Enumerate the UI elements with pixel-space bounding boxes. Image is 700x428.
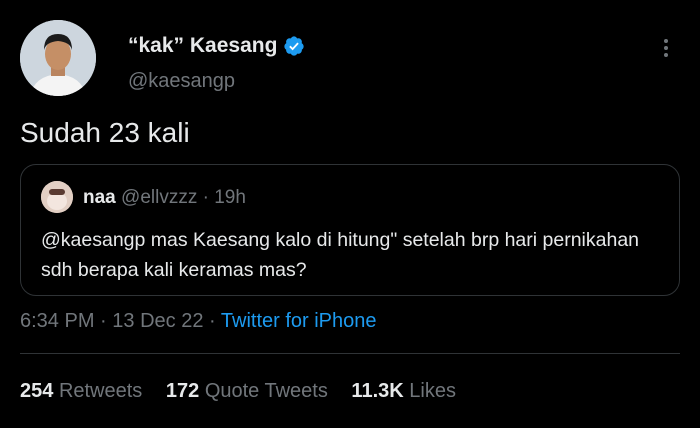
author-display-name[interactable]: “kak” Kaesang <box>128 34 277 58</box>
verified-badge-icon <box>284 36 305 56</box>
quote-tweets-label: Quote Tweets <box>204 380 328 402</box>
quoted-tweet-card[interactable]: naa @ellvzzz · 19h @kaesangp mas Kaesang… <box>20 164 680 296</box>
likes-stat[interactable]: 11.3K Likes <box>351 380 456 402</box>
quoted-separator: · <box>202 187 209 208</box>
tweet-text: Sudah 23 kali <box>20 117 190 148</box>
quote-tweets-count: 172 <box>165 380 200 402</box>
avatar-photo <box>20 20 96 96</box>
likes-label: Likes <box>409 380 456 402</box>
more-options-icon[interactable] <box>656 36 676 60</box>
tweet-date[interactable]: 13 Dec 22 <box>112 310 203 332</box>
quoted-author-avatar <box>41 181 73 213</box>
retweets-label: Retweets <box>58 380 143 402</box>
retweets-stat[interactable]: 254 Retweets <box>20 380 148 402</box>
quoted-avatar-photo <box>41 181 73 213</box>
quoted-tweet-text: @kaesangp mas Kaesang kalo di hitung" se… <box>41 229 640 281</box>
meta-separator: · <box>209 310 216 332</box>
likes-count: 11.3K <box>351 380 404 402</box>
author-avatar[interactable] <box>20 20 96 96</box>
engagement-stats: 254 Retweets 172 Quote Tweets 11.3K Like… <box>20 380 474 403</box>
divider <box>20 353 680 354</box>
tweet-source-link[interactable]: Twitter for iPhone <box>221 310 377 332</box>
author-name-row: “kak” Kaesang <box>128 34 305 58</box>
quote-tweets-stat[interactable]: 172 Quote Tweets <box>166 380 334 402</box>
tweet-time[interactable]: 6:34 PM <box>20 310 94 332</box>
quoted-timestamp: 19h <box>214 187 246 208</box>
quoted-header: naa @ellvzzz · 19h <box>83 187 246 209</box>
meta-separator: · <box>100 310 107 332</box>
quoted-author-handle: @ellvzzz <box>121 187 198 208</box>
tweet-meta: 6:34 PM · 13 Dec 22 · Twitter for iPhone <box>20 310 377 333</box>
author-handle[interactable]: @kaesangp <box>128 70 235 93</box>
retweets-count: 254 <box>20 380 54 402</box>
quoted-author-name: naa <box>83 187 116 208</box>
